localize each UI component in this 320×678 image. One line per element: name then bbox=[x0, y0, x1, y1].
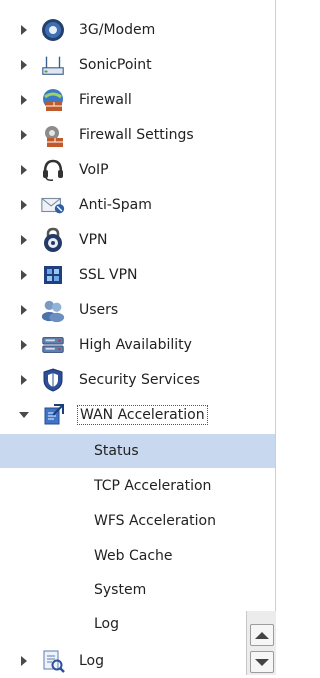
expand-arrow-icon[interactable] bbox=[21, 59, 27, 70]
nav-label: WAN Acceleration bbox=[77, 404, 208, 425]
nav-sublabel: Web Cache bbox=[94, 548, 173, 564]
nav-subitem-log[interactable]: Log bbox=[0, 607, 275, 641]
arrow-down-icon bbox=[255, 658, 269, 666]
nav-label: Security Services bbox=[79, 371, 200, 388]
lock-icon bbox=[40, 227, 66, 253]
nav-item-firewall-settings[interactable]: Firewall Settings bbox=[0, 117, 250, 152]
nav-item-vpn[interactable]: VPN bbox=[0, 222, 250, 257]
shield-icon bbox=[40, 367, 66, 393]
expand-arrow-icon[interactable] bbox=[21, 24, 27, 35]
expand-arrow-icon[interactable] bbox=[21, 374, 27, 385]
expand-arrow-icon[interactable] bbox=[21, 199, 27, 210]
firewall-settings-icon bbox=[40, 122, 66, 148]
expand-arrow-icon[interactable] bbox=[21, 304, 27, 315]
arrow-up-icon bbox=[255, 631, 269, 639]
nav-label: Anti-Spam bbox=[79, 196, 152, 213]
nav-subitem-status[interactable]: Status bbox=[0, 434, 275, 468]
mail-icon bbox=[40, 192, 66, 218]
nav-label: 3G/Modem bbox=[79, 21, 156, 38]
nav-item-sonicpoint[interactable]: SonicPoint bbox=[0, 47, 250, 82]
servers-icon bbox=[40, 332, 66, 358]
modem-icon bbox=[40, 17, 66, 43]
nav-item-wan-acceleration[interactable]: WAN Acceleration bbox=[0, 397, 250, 432]
wan-acceleration-icon bbox=[40, 402, 66, 428]
nav-item-users[interactable]: Users bbox=[0, 292, 250, 327]
nav-label: VoIP bbox=[79, 161, 109, 178]
nav-label: SonicPoint bbox=[79, 56, 152, 73]
nav-subitem-web-cache[interactable]: Web Cache bbox=[0, 539, 275, 573]
nav-label: High Availability bbox=[79, 336, 192, 353]
ssl-vpn-icon bbox=[40, 262, 66, 288]
expand-arrow-icon[interactable] bbox=[21, 164, 27, 175]
nav-item-firewall[interactable]: Firewall bbox=[0, 82, 250, 117]
nav-subitem-tcp-acceleration[interactable]: TCP Acceleration bbox=[0, 469, 275, 503]
headset-icon bbox=[40, 157, 66, 183]
nav-item-3g-modem[interactable]: 3G/Modem bbox=[0, 12, 250, 47]
log-icon bbox=[40, 648, 66, 674]
nav-item-log[interactable]: Log bbox=[0, 643, 250, 678]
nav-sublabel: WFS Acceleration bbox=[94, 513, 216, 529]
nav-subitem-system[interactable]: System bbox=[0, 573, 275, 607]
nav-item-anti-spam[interactable]: Anti-Spam bbox=[0, 187, 250, 222]
nav-subitem-wfs-acceleration[interactable]: WFS Acceleration bbox=[0, 504, 275, 538]
expand-arrow-icon[interactable] bbox=[21, 339, 27, 350]
nav-label: Firewall bbox=[79, 91, 132, 108]
scroll-up-button[interactable] bbox=[250, 624, 274, 646]
users-icon bbox=[40, 297, 66, 323]
nav-label: Users bbox=[79, 301, 119, 318]
nav-item-high-availability[interactable]: High Availability bbox=[0, 327, 250, 362]
nav-sublabel: System bbox=[94, 582, 147, 598]
expand-arrow-icon[interactable] bbox=[21, 129, 27, 140]
nav-item-voip[interactable]: VoIP bbox=[0, 152, 250, 187]
expand-arrow-icon[interactable] bbox=[21, 234, 27, 245]
nav-label: Firewall Settings bbox=[79, 126, 194, 143]
nav-label: Log bbox=[79, 652, 105, 669]
nav-label: SSL VPN bbox=[79, 266, 138, 283]
nav-item-ssl-vpn[interactable]: SSL VPN bbox=[0, 257, 250, 292]
expand-arrow-icon[interactable] bbox=[21, 655, 27, 666]
access-point-icon bbox=[40, 52, 66, 78]
expand-arrow-icon[interactable] bbox=[21, 94, 27, 105]
collapse-arrow-icon[interactable] bbox=[19, 411, 29, 418]
vertical-scrollbar[interactable] bbox=[246, 611, 276, 675]
nav-label: VPN bbox=[79, 231, 108, 248]
scroll-down-button[interactable] bbox=[250, 651, 274, 673]
nav-item-security-services[interactable]: Security Services bbox=[0, 362, 250, 397]
navigation-panel: 3G/Modem SonicPoint Firewall Firewall Se… bbox=[0, 0, 276, 675]
nav-sublabel: TCP Acceleration bbox=[94, 478, 212, 494]
expand-arrow-icon[interactable] bbox=[21, 269, 27, 280]
nav-sublabel: Status bbox=[94, 443, 139, 459]
firewall-icon bbox=[40, 87, 66, 113]
nav-sublabel: Log bbox=[94, 616, 120, 632]
